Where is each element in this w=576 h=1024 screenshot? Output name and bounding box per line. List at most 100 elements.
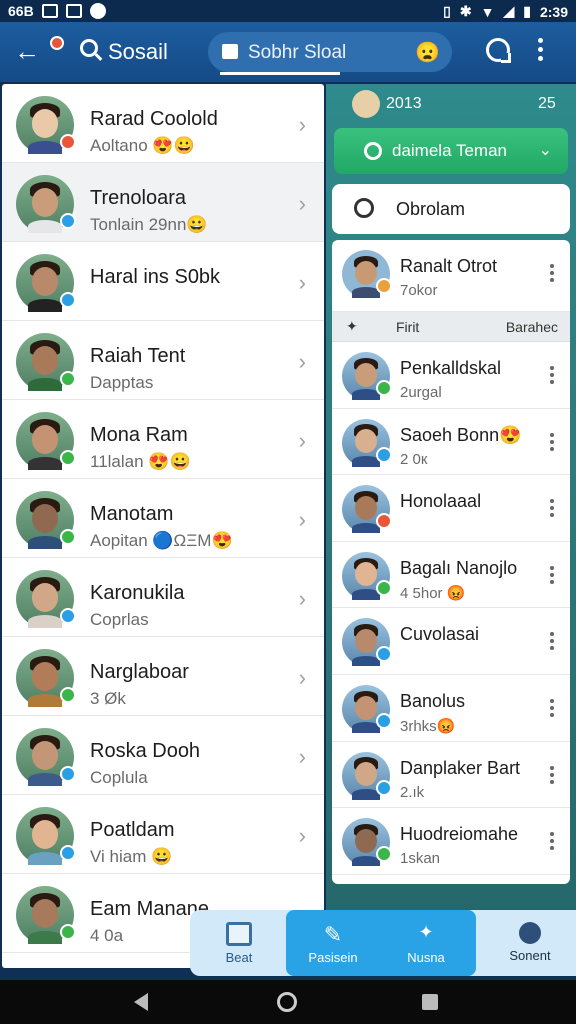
search-icon[interactable]: [80, 39, 98, 57]
chat-list-item[interactable]: Roska Dooh Coplula ›: [2, 716, 324, 795]
nav-item-sonent[interactable]: Sonent: [488, 910, 572, 976]
find-friend-button[interactable]: daimela Teman ⌄: [334, 128, 568, 174]
more-vert-icon[interactable]: [550, 832, 554, 851]
contact-row[interactable]: Banolus 3rhks😡: [332, 675, 570, 742]
contact-sub: 4 5hor 😡: [400, 584, 466, 602]
nav-item-pasisein[interactable]: ✎ Pasisein: [288, 910, 378, 976]
bottom-nav: Beat ✎ Pasisein ✦ Nusna Sonent: [190, 910, 576, 976]
app-title: Sosail: [108, 39, 168, 64]
avatar: [16, 412, 76, 470]
header-avatar[interactable]: [352, 90, 380, 118]
obrolam-card[interactable]: Obrolam: [332, 184, 570, 234]
more-vert-icon[interactable]: [550, 565, 554, 584]
nav-item-beat[interactable]: Beat: [200, 910, 278, 976]
contact-name: Ranalt Otrot: [400, 256, 498, 276]
chat-list-item[interactable]: Trenoloara Tonlain 29nn😀 ›: [2, 163, 324, 242]
more-vert-icon[interactable]: [550, 432, 554, 451]
status-badge: [376, 446, 392, 463]
contact-name: Cuvolasai: [400, 624, 480, 645]
more-vert-icon[interactable]: [550, 264, 554, 282]
avatar: [16, 728, 76, 786]
back-arrow-icon[interactable]: ←: [14, 38, 40, 64]
tab-label: Sobhr Sloal: [248, 42, 347, 63]
home-icon[interactable]: [277, 992, 297, 1012]
tab-underline: [220, 72, 340, 75]
avatar: [16, 175, 76, 233]
back-icon[interactable]: [134, 993, 148, 1011]
more-vert-icon[interactable]: [538, 38, 543, 61]
contact-row[interactable]: Huodreiomahe 1skan: [332, 808, 570, 875]
nav-label: Pasisein: [308, 950, 358, 965]
chat-preview: 11lalan 😍😀: [90, 452, 191, 471]
avatar: [342, 418, 392, 467]
section-divider: ✦ Firit Barahec: [332, 312, 570, 342]
pin-icon: ✦: [346, 318, 358, 334]
contacts-panel: Ranalt Otrot 7okor ✦ Firit Barahec Penka…: [332, 240, 570, 884]
chat-list-item[interactable]: Karonukila Coprlas ›: [2, 558, 324, 637]
contact-row[interactable]: Danplaker Bart 2.ık: [332, 742, 570, 809]
more-vert-icon[interactable]: [550, 366, 554, 384]
more-vert-icon[interactable]: [550, 698, 554, 717]
chat-preview: Coplula: [90, 768, 148, 787]
contact-row[interactable]: Bagalı Nanojlo 4 5hor 😡: [332, 542, 570, 609]
chevron-right-icon: ›: [298, 191, 306, 216]
chat-name: Karonukila: [90, 582, 185, 604]
chevron-right-icon: ›: [298, 823, 306, 848]
more-vert-icon[interactable]: [550, 765, 554, 784]
chat-name: Manotam: [90, 503, 174, 525]
avatar: [16, 649, 76, 707]
status-badge: [376, 779, 392, 796]
nav-item-nusna[interactable]: ✦ Nusna: [378, 910, 474, 976]
chat-list-item[interactable]: Rarad Coolold Aoltano 😍😀 ›: [2, 84, 324, 163]
contact-row[interactable]: Honolaaal: [332, 475, 570, 542]
gmail-icon: [41, 4, 58, 18]
recents-icon[interactable]: [422, 994, 438, 1010]
contact-sub: 7okor: [400, 282, 438, 299]
contact-row[interactable]: Penkalldskal 2urgal: [332, 342, 570, 409]
chat-preview: Vi hiam 😀: [90, 847, 173, 866]
chat-name: Poatldam: [90, 819, 175, 841]
chat-list-item[interactable]: Haral ins S0bk ›: [2, 242, 324, 321]
avatar: [342, 352, 392, 400]
chat-list-item[interactable]: Poatldam Vi hiam 😀 ›: [2, 795, 324, 874]
contact-sub: 2.ık: [400, 783, 425, 801]
nav-label: Beat: [225, 950, 253, 965]
chat-preview: 4 0a: [90, 926, 124, 945]
status-badge: [376, 380, 392, 396]
avatar: [16, 254, 76, 312]
nav-label: Nusna: [407, 950, 445, 965]
document-icon: [226, 922, 252, 946]
contact-row-pinned[interactable]: Ranalt Otrot 7okor: [332, 240, 570, 312]
notification-dot-icon: [50, 36, 64, 50]
contact-row[interactable]: Saoeh Bonn😍 2 0к: [332, 409, 570, 476]
chat-list-item[interactable]: Narglaboar 3 Øk ›: [2, 637, 324, 716]
emoji-icon[interactable]: 😦: [415, 40, 440, 65]
status-badge: [60, 292, 76, 308]
chat-icon[interactable]: [486, 38, 511, 63]
app-bar: ← Sosail Sobhr Sloal 😦: [0, 22, 576, 82]
avatar: [16, 491, 76, 549]
avatar: [16, 96, 76, 154]
chat-name: Haral ins S0bk: [90, 266, 221, 288]
avatar: [342, 250, 392, 298]
contact-name: Saoeh Bonn😍: [400, 424, 522, 445]
chevron-right-icon: ›: [298, 270, 306, 295]
chat-preview: Aopitan 🔵ΩΞM😍: [90, 531, 233, 550]
chat-name: Raiah Tent: [90, 345, 186, 367]
tab-pill[interactable]: Sobhr Sloal 😦: [208, 32, 452, 75]
contact-row[interactable]: Cuvolasai: [332, 608, 570, 675]
chevron-right-icon: ›: [298, 665, 306, 690]
profile-icon: [519, 922, 541, 944]
more-vert-icon[interactable]: [550, 632, 554, 651]
more-vert-icon[interactable]: [550, 499, 554, 518]
chat-list-item[interactable]: Mona Ram 11lalan 😍😀 ›: [2, 400, 324, 479]
chat-bubble-icon: [354, 198, 374, 218]
chevron-right-icon: ›: [298, 349, 306, 374]
contact-name: Penkalldskal: [400, 358, 502, 378]
chat-list-item[interactable]: Manotam Aopitan 🔵ΩΞM😍 ›: [2, 479, 324, 558]
chat-list-item[interactable]: Raiah Tent Dapptas ›: [2, 321, 324, 400]
sparkle-icon: ✦: [418, 922, 434, 942]
status-badge: [376, 579, 392, 596]
status-badge: [60, 450, 76, 466]
find-friend-label: daimela Teman: [392, 141, 507, 160]
